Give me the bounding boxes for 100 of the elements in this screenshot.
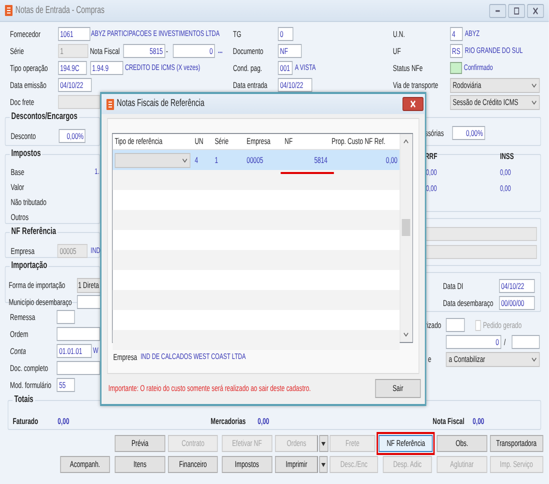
chevron-icon bbox=[532, 82, 538, 88]
action-button[interactable]: Financeiro bbox=[168, 456, 218, 473]
maximize-icon bbox=[512, 6, 521, 16]
dropdown[interactable]: 1 Direta bbox=[76, 278, 101, 293]
sair-button[interactable]: Sair bbox=[375, 379, 420, 398]
total-value: 0,00 bbox=[258, 416, 270, 426]
text-field[interactable] bbox=[512, 335, 540, 349]
text-field[interactable]: 0,00% bbox=[58, 129, 86, 144]
close-button[interactable] bbox=[402, 97, 424, 111]
text-field[interactable]: 5815 bbox=[122, 44, 165, 58]
text-field[interactable]: RS bbox=[450, 44, 463, 58]
description-text: W bbox=[92, 346, 99, 356]
action-button[interactable]: Transportadora bbox=[490, 435, 543, 452]
field-label: Empresa bbox=[113, 352, 138, 362]
dialog-title: Notas Fiscais de Referência bbox=[116, 98, 204, 110]
field-label: Conta bbox=[10, 346, 27, 356]
scrollbar-thumb[interactable] bbox=[402, 219, 410, 236]
text-field[interactable] bbox=[446, 318, 465, 332]
close-icon bbox=[531, 6, 540, 16]
text-field[interactable] bbox=[56, 310, 75, 324]
text-field[interactable]: 04/10/22 bbox=[58, 78, 92, 92]
field-label: Mod. formulário bbox=[10, 380, 52, 390]
chevron-icon bbox=[532, 98, 538, 106]
text-field[interactable]: 1.94.9 bbox=[90, 61, 123, 75]
company-name: IND DE CALCADOS WEST COAST LTDA bbox=[140, 352, 246, 362]
table-cell-text: 0,00 bbox=[384, 154, 398, 167]
total-label: Nota Fiscal bbox=[432, 416, 466, 426]
close-button[interactable] bbox=[527, 4, 544, 18]
checkbox-label: Pedido gerado bbox=[482, 320, 523, 330]
text-field[interactable] bbox=[76, 295, 101, 310]
window-title: Notas de Entrada - Compras bbox=[15, 4, 104, 16]
column-title: INSS bbox=[500, 150, 515, 162]
description-text: RIO GRANDE DO SUL bbox=[464, 46, 524, 56]
value-text: 0,00 bbox=[500, 184, 512, 194]
dropdown[interactable] bbox=[114, 152, 190, 168]
text-field[interactable]: 0 bbox=[278, 27, 293, 41]
value-text: 1. bbox=[94, 167, 100, 177]
field-label: Empresa bbox=[10, 246, 36, 256]
field-label: Desconto bbox=[10, 131, 37, 142]
column-header: Empresa bbox=[246, 135, 272, 148]
dropdown[interactable]: Sessão de Crédito ICMS bbox=[450, 94, 540, 110]
maximize-button[interactable] bbox=[508, 4, 525, 18]
action-button[interactable]: Impostos bbox=[222, 456, 272, 473]
value-text: 0,00 bbox=[500, 168, 512, 178]
close-icon bbox=[409, 100, 416, 108]
text-field[interactable]: 001 bbox=[278, 61, 293, 75]
table-row[interactable]: 4 1 00005 5814 0,00 bbox=[112, 150, 400, 170]
dropdown-arrow-button[interactable] bbox=[318, 435, 328, 452]
total-value: 0,00 bbox=[58, 416, 70, 426]
field-label: Via de transporte bbox=[392, 80, 440, 90]
text-field[interactable]: 194.9C bbox=[58, 61, 87, 75]
lookup-link[interactable]: ... bbox=[218, 46, 228, 56]
value-text: 0,00 bbox=[426, 184, 438, 194]
column-header: UN bbox=[194, 135, 204, 148]
column-header: Tipo de referência bbox=[114, 135, 164, 148]
chevron-icon bbox=[532, 356, 538, 362]
table-row[interactable] bbox=[112, 170, 400, 190]
action-button[interactable]: Acompanh. bbox=[60, 456, 110, 473]
text-field[interactable]: 00/00/00 bbox=[498, 296, 535, 310]
field-label: Forma de importação bbox=[8, 280, 66, 290]
description-text: Confirmado bbox=[464, 63, 494, 73]
text-field[interactable]: 1061 bbox=[58, 27, 90, 41]
action-button[interactable]: Prévia bbox=[115, 435, 165, 452]
text-field[interactable] bbox=[56, 361, 100, 375]
table-cell-text: 1 bbox=[214, 154, 219, 167]
text-field[interactable]: 04/10/22 bbox=[278, 78, 312, 92]
dropdown[interactable]: Rodoviária bbox=[450, 78, 540, 92]
text-field[interactable]: 04/10/22 bbox=[498, 279, 535, 293]
field-label: Remessa bbox=[10, 312, 36, 322]
chevron-icon bbox=[182, 156, 188, 164]
description-text: ABYZ bbox=[464, 29, 481, 39]
action-button[interactable]: Itens bbox=[114, 456, 165, 473]
action-button[interactable]: NF Referência bbox=[379, 435, 433, 452]
text-field[interactable] bbox=[56, 327, 100, 341]
field-label: Município desembaraço bbox=[8, 297, 73, 308]
dropdown[interactable]: a Contabilizar bbox=[446, 352, 540, 366]
field-label: Status NFe bbox=[392, 62, 424, 74]
text-field[interactable]: 55 bbox=[56, 378, 75, 392]
caret-icon bbox=[321, 442, 326, 446]
dropdown-arrow-button[interactable] bbox=[318, 456, 328, 473]
table-cell-text: 4 bbox=[194, 154, 199, 167]
field-label: UF bbox=[392, 46, 402, 56]
text-field[interactable]: 0 bbox=[172, 44, 215, 58]
action-button[interactable]: Obs. bbox=[436, 435, 487, 452]
field-label: Outros bbox=[10, 212, 30, 222]
description-text: CREDITO DE ICMS (X vezes) bbox=[124, 63, 202, 73]
text-field[interactable]: 0 bbox=[446, 335, 501, 349]
text-field[interactable]: 01.01.01 bbox=[56, 344, 92, 358]
app-icon bbox=[106, 98, 114, 110]
text-field[interactable]: 4 bbox=[450, 27, 463, 41]
text-field[interactable]: 0,00% bbox=[452, 126, 485, 140]
field-label: Tipo operação bbox=[10, 62, 49, 74]
field-label: e bbox=[428, 354, 432, 364]
table-cell-text: 00005 bbox=[246, 154, 264, 167]
field-label: Data emissão bbox=[10, 80, 48, 90]
total-value: 0,00 bbox=[472, 416, 486, 426]
column-header: NF bbox=[284, 135, 294, 148]
field-label: Data DI bbox=[442, 280, 464, 292]
action-button[interactable]: Imprimir bbox=[274, 456, 318, 473]
text-field[interactable]: NF bbox=[278, 44, 302, 58]
